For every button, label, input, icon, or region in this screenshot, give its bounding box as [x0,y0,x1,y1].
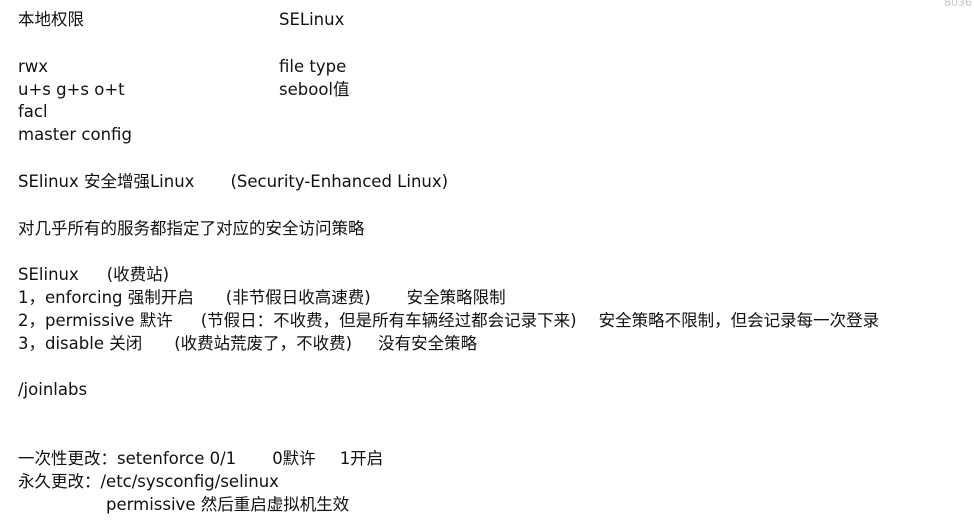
selinux-item: file type [279,57,347,76]
analogy-title-name: SElinux [18,265,79,284]
perm-change-label: 永久更改： [18,472,101,491]
local-perm-item: rwx [18,57,49,76]
local-perm-item: u+s g+s o+t [18,80,125,99]
corner-watermark: 8036 [944,0,972,9]
perm-change-path: /etc/sysconfig/selinux [100,472,279,491]
mode-name: 1，enforcing 强制开启 [18,288,194,307]
mode-effect: 安全策略不限制，但会记录每一次登录 [598,311,880,330]
temp-change-line: 一次性更改：setenforce 0/1 0默许 1开启 [18,448,383,470]
path-note: /joinlabs [18,380,88,399]
mode-name: 3，disable 关闭 [18,334,143,353]
mode-analogy: (节假日：不收费，但是所有车辆经过都会记录下来) [200,311,577,330]
mode-effect: 没有安全策略 [378,334,478,353]
mode-analogy: (非节假日收高速费) [225,288,371,307]
selinux-definition-fullname: (Security-Enhanced Linux) [230,172,449,191]
header-selinux: SELinux [279,10,345,29]
selinux-item: sebool值 [279,80,350,99]
selinux-definition: SElinux 安全增强Linux (Security-Enhanced Linu… [18,171,448,193]
perm-change-line: 永久更改：/etc/sysconfig/selinux [18,471,279,493]
selinux-definition-name: SElinux 安全增强Linux [18,172,195,191]
temp-change-command: setenforce 0/1 [117,449,237,468]
mode-effect: 安全策略限制 [406,288,506,307]
mode-item-disable: 3，disable 关闭 (收费站荒废了，不收费) 没有安全策略 [18,333,477,355]
header-local-permissions: 本地权限 [18,10,84,29]
mode-item-enforcing: 1，enforcing 强制开启 (非节假日收高速费) 安全策略限制 [18,287,506,309]
local-perm-item: master config [18,125,132,144]
selinux-description: 对几乎所有的服务都指定了对应的安全访问策略 [18,219,365,238]
analogy-title-note: (收费站) [106,265,170,284]
mode-item-permissive: 2，permissive 默许 (节假日：不收费，但是所有车辆经过都会记录下来) 安… [18,310,879,332]
temp-change-label: 一次性更改： [18,449,117,468]
analogy-title: SElinux (收费站) [18,264,169,286]
perm-change-detail: permissive 然后重启虚拟机生效 [106,495,350,514]
temp-change-opt1: 1开启 [339,449,384,468]
mode-analogy: (收费站荒废了，不收费) [174,334,353,353]
local-perm-item: facl [18,102,48,121]
temp-change-opt0: 0默许 [272,449,316,468]
mode-name: 2，permissive 默许 [18,311,173,330]
